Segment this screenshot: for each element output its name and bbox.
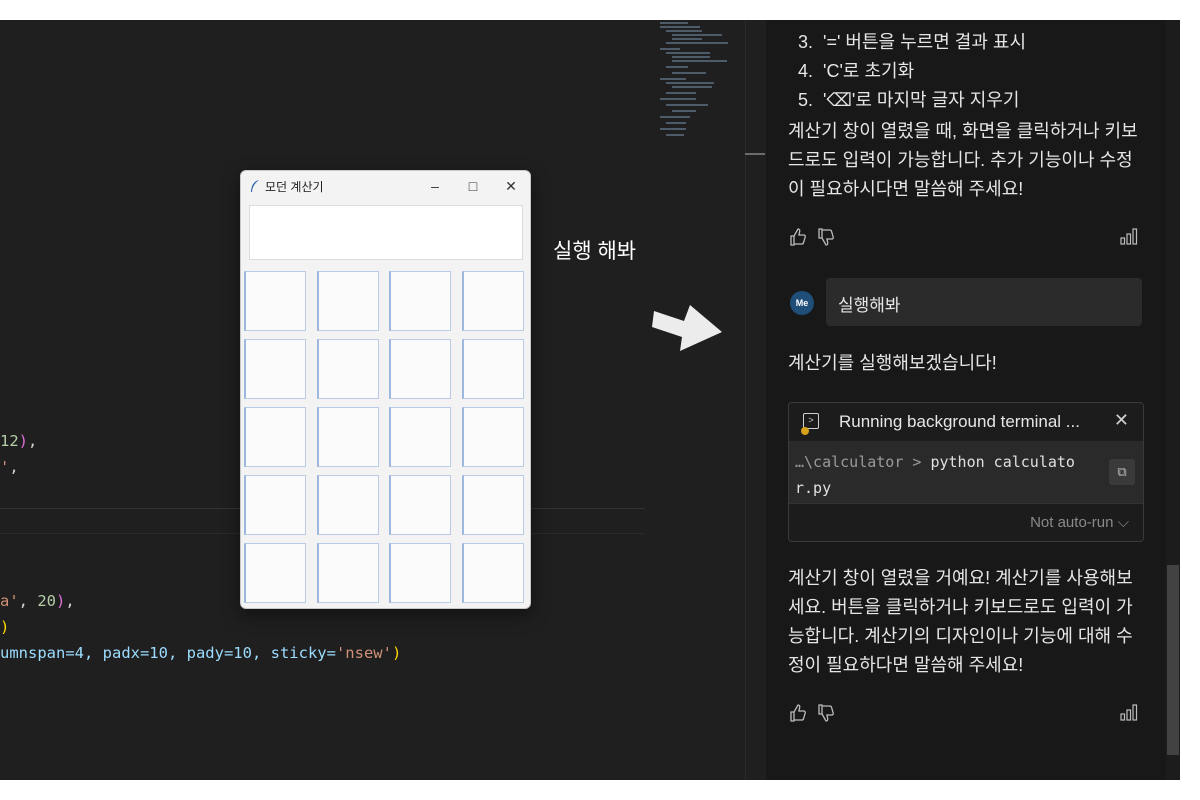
thumbs-down-icon[interactable]	[816, 227, 836, 252]
code-string: a'	[0, 592, 19, 610]
calculator-button[interactable]	[462, 543, 524, 603]
code-punct: ,	[9, 458, 19, 476]
signal-icon[interactable]	[1120, 703, 1138, 726]
code-paren: )	[391, 644, 402, 662]
calculator-button[interactable]	[389, 543, 451, 603]
arrow-right-icon	[652, 305, 722, 351]
minimize-button[interactable]: –	[416, 178, 454, 194]
terminal-card[interactable]: > Running background terminal ... ✕ …\ca…	[788, 402, 1144, 542]
code-number: 12	[0, 432, 19, 450]
terminal-command: …\calculator > python calculato r.py ⧉	[789, 441, 1143, 503]
calculator-button[interactable]	[244, 543, 306, 603]
list-text: '=' 버튼을 누르면 결과 표시	[823, 32, 1027, 52]
code-string: '	[0, 458, 10, 476]
code-line: )	[0, 618, 9, 636]
list-number: 5.	[798, 90, 814, 110]
code-punct: ,	[28, 432, 38, 450]
signal-icon[interactable]	[1120, 227, 1138, 250]
feedback-row	[788, 227, 1138, 249]
calculator-button[interactable]	[389, 407, 451, 467]
scrollbar-marker	[745, 153, 765, 155]
terminal-title: Running background terminal ...	[839, 412, 1080, 431]
list-number: 3.	[798, 32, 814, 52]
calculator-display[interactable]	[249, 205, 523, 260]
editor-scrollbar[interactable]	[745, 20, 766, 780]
feather-icon	[251, 180, 259, 192]
calculator-button[interactable]	[244, 407, 306, 467]
calculator-button[interactable]	[317, 407, 379, 467]
code-line: 12),	[0, 432, 37, 450]
screen: 12), ', a', 20), ) umnspan=4, padx=10, p…	[0, 20, 1180, 780]
thumbs-up-icon[interactable]	[788, 703, 808, 728]
close-icon[interactable]: ✕	[1114, 410, 1129, 431]
list-item: 3. '=' 버튼을 누르면 결과 표시	[798, 28, 1026, 54]
maximize-button[interactable]: □	[454, 178, 492, 194]
calculator-title: 모던 계산기	[265, 179, 324, 194]
code-paren: )	[18, 432, 29, 450]
command-text-cont: r.py	[795, 479, 832, 497]
assistant-message: 계산기 창이 열렸을 거예요! 계산기를 사용해보세요. 버튼을 클릭하거나 키…	[788, 568, 1133, 675]
calculator-button[interactable]	[317, 543, 379, 603]
user-message-bubble[interactable]: 실행해봐	[826, 278, 1142, 326]
list-number: 4.	[798, 61, 814, 81]
assistant-message: 계산기 창이 열렸을 때, 화면을 클릭하거나 키보드로도 입력이 가능합니다.…	[788, 121, 1138, 199]
code-punct: ,	[65, 592, 75, 610]
avatar: Me	[790, 291, 814, 315]
feedback-row	[788, 703, 1138, 725]
code-paren: )	[0, 618, 10, 636]
calculator-button[interactable]	[317, 339, 379, 399]
copy-icon[interactable]: ⧉	[1109, 459, 1135, 485]
chat-scrollbar-thumb[interactable]	[1167, 565, 1179, 755]
calculator-button[interactable]	[317, 475, 379, 535]
user-message: 실행해봐	[838, 296, 901, 315]
code-line: ',	[0, 458, 19, 476]
assistant-message: 계산기를 실행해보겠습니다!	[788, 353, 997, 373]
thumbs-up-icon[interactable]	[788, 227, 808, 252]
autorun-dropdown[interactable]: Not auto-run ⌵	[1030, 514, 1129, 531]
list-text: 'C'로 초기화	[823, 61, 915, 81]
calculator-button[interactable]	[462, 475, 524, 535]
calculator-button[interactable]	[317, 271, 379, 331]
calculator-button-grid	[244, 271, 527, 606]
list-item: 4. 'C'로 초기화	[798, 57, 914, 83]
list-item: 5. '⌫'로 마지막 글자 지우기	[798, 86, 1019, 112]
terminal-header[interactable]: > Running background terminal ... ✕	[789, 403, 1143, 441]
terminal-footer: Not auto-run ⌵	[789, 503, 1143, 541]
calculator-button[interactable]	[244, 339, 306, 399]
calculator-button[interactable]	[389, 339, 451, 399]
thumbs-down-icon[interactable]	[816, 703, 836, 728]
calculator-button[interactable]	[462, 271, 524, 331]
minimap[interactable]	[656, 20, 731, 140]
code-punct: ,	[18, 592, 38, 610]
calculator-button[interactable]	[244, 271, 306, 331]
chat-panel[interactable]: 3. '=' 버튼을 누르면 결과 표시 4. 'C'로 초기화 5. '⌫'로…	[766, 20, 1166, 780]
calculator-window[interactable]: 모던 계산기 – □ ✕	[240, 170, 531, 609]
code-args: umnspan=4, padx=10, pady=10, sticky=	[0, 644, 336, 662]
annotation-label: 실행 해봐	[553, 240, 637, 263]
code-line: a', 20),	[0, 592, 75, 610]
list-text: '⌫'로 마지막 글자 지우기	[823, 90, 1020, 110]
command-path: …\calculator >	[795, 453, 931, 471]
calculator-button[interactable]	[389, 271, 451, 331]
code-string: 'nsew'	[335, 644, 392, 662]
calculator-titlebar[interactable]: 모던 계산기 – □ ✕	[241, 171, 530, 201]
code-paren: )	[56, 592, 66, 610]
calculator-button[interactable]	[462, 339, 524, 399]
user-message-row: Me 실행해봐	[788, 278, 1142, 326]
calculator-button[interactable]	[462, 407, 524, 467]
close-button[interactable]: ✕	[492, 178, 530, 195]
running-status-dot	[801, 427, 809, 435]
code-number: 20	[37, 592, 57, 610]
calculator-button[interactable]	[244, 475, 306, 535]
command-text: python calculato	[930, 453, 1075, 471]
calculator-button[interactable]	[389, 475, 451, 535]
code-line: umnspan=4, padx=10, pady=10, sticky='nse…	[0, 644, 401, 662]
